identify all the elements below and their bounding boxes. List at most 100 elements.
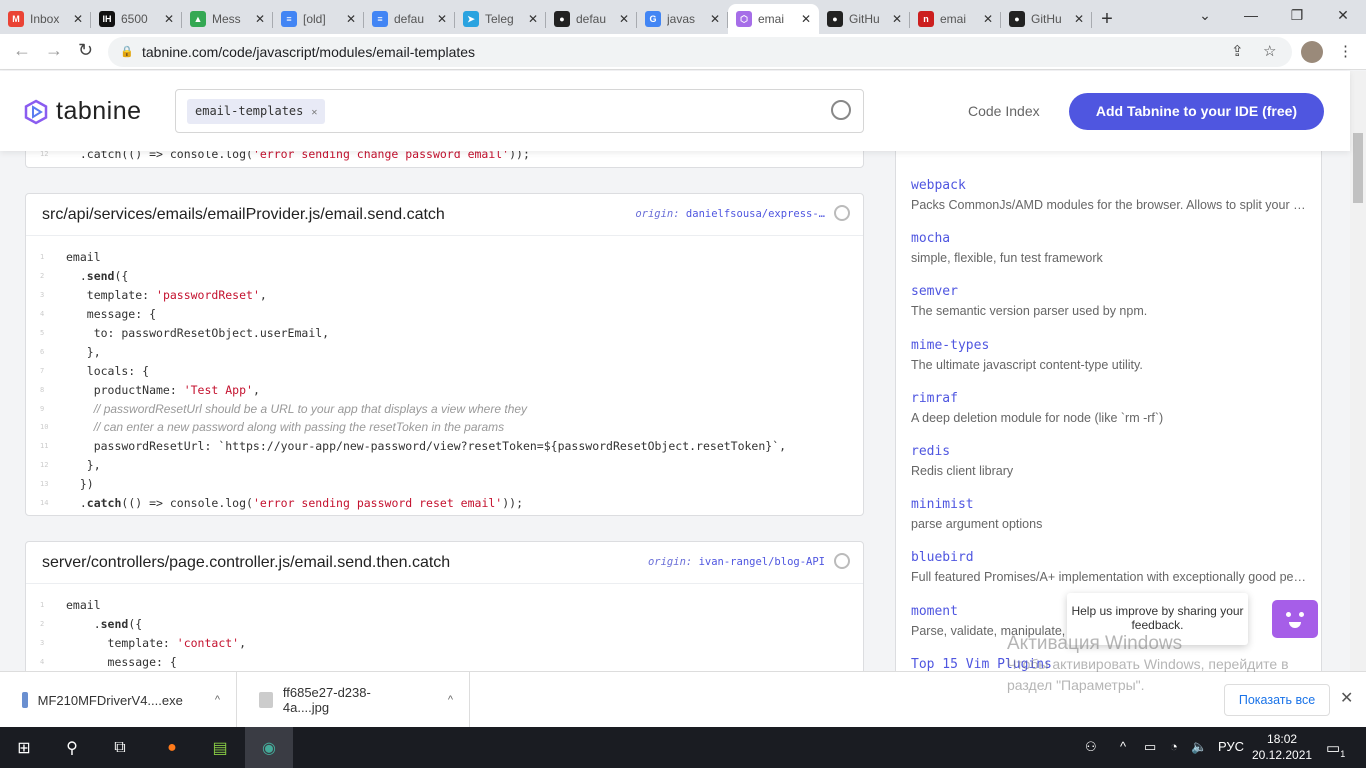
- notepad-icon[interactable]: ▤: [196, 727, 244, 768]
- tab-close-icon[interactable]: ✕: [346, 12, 356, 26]
- module-name-link[interactable]: redis: [911, 444, 1306, 459]
- search-icon[interactable]: [831, 100, 851, 120]
- browser-tab[interactable]: IH 6500 ✕: [91, 4, 182, 34]
- star-icon[interactable]: ☆: [1263, 42, 1276, 60]
- module-item[interactable]: semver The semantic version parser used b…: [911, 284, 1306, 318]
- browser-tab[interactable]: ➤ Teleg ✕: [455, 4, 546, 34]
- module-name-link[interactable]: mocha: [911, 231, 1306, 246]
- browser-tab[interactable]: M Inbox ✕: [0, 4, 91, 34]
- module-name-link[interactable]: rimraf: [911, 391, 1306, 406]
- close-window-button[interactable]: ✕: [1320, 0, 1366, 30]
- tab-close-icon[interactable]: ✕: [1074, 12, 1084, 26]
- language-indicator[interactable]: РУС: [1218, 739, 1244, 754]
- origin-link[interactable]: origin: ivan-rangel/blog-API: [648, 556, 825, 568]
- module-item[interactable]: rimraf A deep deletion module for node (l…: [911, 391, 1306, 425]
- browser-tab[interactable]: ● GitHu ✕: [1001, 4, 1092, 34]
- search-icon[interactable]: ⚲: [48, 727, 96, 768]
- clock[interactable]: 18:02 20.12.2021: [1252, 731, 1312, 763]
- line-number: 10: [40, 423, 49, 432]
- lock-icon: 🔒: [120, 46, 134, 58]
- module-name-link[interactable]: minimist: [911, 497, 1306, 512]
- module-item[interactable]: bluebird Full featured Promises/A+ implem…: [911, 550, 1306, 584]
- url-input[interactable]: 🔒 tabnine.com/code/javascript/modules/ema…: [108, 37, 1292, 67]
- volume-icon[interactable]: 🔈: [1191, 739, 1207, 755]
- avatar[interactable]: [1301, 41, 1323, 63]
- tab-close-icon[interactable]: ✕: [528, 12, 538, 26]
- tab-title: 6500: [121, 12, 148, 26]
- chip-remove-icon[interactable]: ✕: [311, 107, 317, 118]
- windows-start-icon[interactable]: ⊞: [0, 727, 48, 768]
- snippet-path[interactable]: src/api/services/emails/emailProvider.js…: [42, 206, 445, 224]
- tab-close-icon[interactable]: ✕: [437, 12, 447, 26]
- module-item[interactable]: mocha simple, flexible, fun test framewor…: [911, 231, 1306, 265]
- browser-tab[interactable]: Gjavas ✕: [637, 4, 728, 34]
- tab-favicon-icon: ⬡: [736, 11, 752, 27]
- forward-icon[interactable]: →: [45, 40, 63, 61]
- chrome-icon[interactable]: ◉: [245, 727, 293, 768]
- code-token: message: {: [66, 655, 177, 670]
- module-description: The ultimate javascript content-type uti…: [911, 357, 1143, 372]
- browser-tab[interactable]: ▲ Mess ✕: [182, 4, 273, 34]
- add-to-ide-button[interactable]: Add Tabnine to your IDE (free): [1069, 93, 1324, 130]
- module-name-link[interactable]: mime-types: [911, 338, 1306, 353]
- github-icon[interactable]: [834, 205, 850, 221]
- snippet-path[interactable]: server/controllers/page.controller.js/em…: [42, 554, 450, 572]
- reload-icon[interactable]: ↻: [78, 40, 93, 61]
- chevron-up-icon[interactable]: ^: [448, 694, 453, 706]
- module-name-link[interactable]: webpack: [911, 178, 1306, 193]
- module-item[interactable]: mime-types The ultimate javascript conten…: [911, 338, 1306, 372]
- module-name-link[interactable]: bluebird: [911, 550, 1306, 565]
- maximize-button[interactable]: ❐: [1274, 0, 1320, 30]
- module-name-link[interactable]: semver: [911, 284, 1306, 299]
- menu-icon[interactable]: ⋮: [1338, 42, 1353, 60]
- download-item[interactable]: ff685e27-d238-4a....jpg ^: [237, 672, 470, 728]
- notifications-icon[interactable]: ▭1: [1326, 739, 1345, 759]
- tab-close-icon[interactable]: ✕: [983, 12, 993, 26]
- download-item[interactable]: MF210MFDriverV4....exe ^: [0, 672, 237, 728]
- search-input[interactable]: email-templates ✕: [175, 89, 864, 133]
- line-number: 12: [40, 150, 49, 159]
- tab-close-icon[interactable]: ✕: [619, 12, 629, 26]
- browser-tab[interactable]: ● defau ✕: [546, 4, 637, 34]
- browser-tab[interactable]: n emai ✕: [910, 4, 1001, 34]
- browser-tab[interactable]: ⬡ emai ✕: [728, 4, 819, 34]
- search-chip[interactable]: email-templates ✕: [187, 99, 326, 124]
- github-icon[interactable]: [834, 553, 850, 569]
- tab-close-icon[interactable]: ✕: [73, 12, 83, 26]
- close-downloads-icon[interactable]: ✕: [1340, 688, 1353, 708]
- module-item[interactable]: minimist parse argument options: [911, 497, 1306, 531]
- tab-close-icon[interactable]: ✕: [801, 12, 811, 26]
- code-index-link[interactable]: Code Index: [968, 103, 1040, 119]
- scrollbar[interactable]: [1350, 71, 1366, 671]
- tab-close-icon[interactable]: ✕: [255, 12, 265, 26]
- logo[interactable]: tabnine: [24, 97, 142, 126]
- browser-tab[interactable]: ≡ [old] ✕: [273, 4, 364, 34]
- chevron-up-icon[interactable]: ^: [215, 694, 220, 706]
- firefox-icon[interactable]: ●: [148, 727, 196, 768]
- browser-tab[interactable]: ● GitHu ✕: [819, 4, 910, 34]
- browser-tab[interactable]: ≡ defau ✕: [364, 4, 455, 34]
- minimize-button[interactable]: —: [1228, 0, 1274, 30]
- code-token: productName:: [66, 382, 184, 397]
- module-item[interactable]: webpack Packs CommonJs/AMD modules for th…: [911, 178, 1306, 212]
- tab-search-icon[interactable]: ⌄: [1182, 0, 1228, 30]
- new-tab-button[interactable]: +: [1092, 4, 1122, 34]
- tab-close-icon[interactable]: ✕: [164, 12, 174, 26]
- code-token: to: passwordResetObject.userEmail,: [66, 326, 330, 340]
- tray-chevron-icon[interactable]: ^: [1120, 739, 1126, 754]
- origin-link[interactable]: origin: danielfsousa/express-…: [635, 208, 825, 220]
- tab-close-icon[interactable]: ✕: [892, 12, 902, 26]
- module-item[interactable]: redis Redis client library: [911, 444, 1306, 478]
- people-icon[interactable]: ⚇: [1085, 739, 1097, 755]
- wifi-icon[interactable]: ◔: [1170, 739, 1178, 754]
- line-number: 9: [40, 404, 45, 413]
- code-token: 'error sending password reset email': [252, 496, 503, 511]
- back-icon[interactable]: ←: [13, 40, 31, 61]
- share-icon[interactable]: ⇪: [1231, 42, 1244, 60]
- tab-close-icon[interactable]: ✕: [710, 12, 720, 26]
- battery-icon[interactable]: ▭: [1144, 739, 1156, 755]
- task-view-icon[interactable]: ⧉: [96, 727, 144, 768]
- code-line: 3 template: 'passwordReset',: [26, 286, 863, 305]
